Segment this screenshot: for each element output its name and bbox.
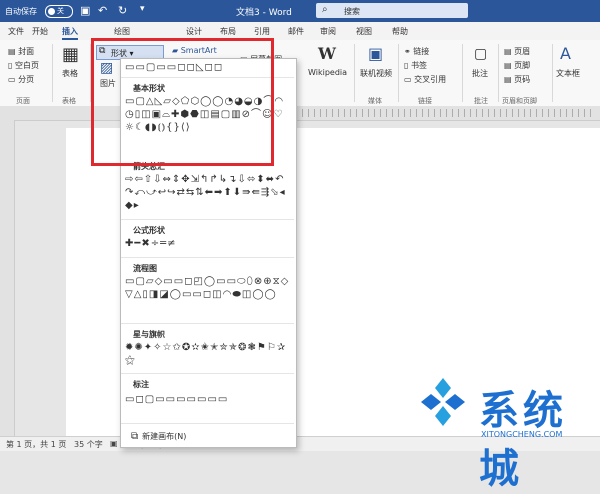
tab-3[interactable]: 绘图 xyxy=(114,26,130,37)
section-divider xyxy=(121,257,294,258)
autosave-label: 自动保存 xyxy=(5,7,37,16)
page-info[interactable]: 第 1 页，共 1 页 xyxy=(6,439,66,450)
redo-icon[interactable]: ↻ xyxy=(118,4,127,17)
new-canvas-button[interactable]: ⧉ 新建画布(N) xyxy=(131,431,186,442)
textbox-label[interactable]: 文本框 xyxy=(556,68,580,79)
header-footer-group-label: 页眉和页脚 xyxy=(502,97,537,105)
vertical-ruler xyxy=(0,120,15,436)
header-button[interactable]: ▤ 页眉 xyxy=(504,46,530,57)
arrows-grid[interactable]: ⇨⇦⇧⇩⇔⇕✥⇲↰↱↳↴⇩⬄⬍⬌↶↷⤺⤻↩↪⇄⇆⇅⬅➡⬆⬇⇛⇚⇶⬂◂◆▸ xyxy=(125,173,290,212)
undo-icon[interactable]: ↶ xyxy=(98,4,107,17)
bookmark-button[interactable]: ▯ 书签 xyxy=(404,60,427,71)
group-divider xyxy=(354,44,355,102)
blank-page-label: 空白页 xyxy=(14,61,39,70)
stars-banners-grid[interactable]: ✹✺✦✧☆✩✪✫✬✭✮✯❂❃⚑⚐✰⚝ xyxy=(125,341,290,367)
online-video-icon[interactable]: ▣ xyxy=(368,44,383,63)
section-title-stars: 星与旗帜 xyxy=(133,330,165,339)
customize-qat-icon[interactable]: ▾ xyxy=(140,4,145,14)
ribbon-tabs: 文件 开始 插入 绘图 设计 布局 引用 邮件 审阅 视图 帮助 xyxy=(0,22,600,40)
group-divider xyxy=(462,44,463,102)
section-divider xyxy=(121,219,294,220)
textbox-icon[interactable]: A xyxy=(560,44,571,63)
toggle-knob xyxy=(48,8,55,15)
page-number-label: 页码 xyxy=(514,75,531,84)
pages-group-label: 页面 xyxy=(16,97,30,105)
tab-10[interactable]: 帮助 xyxy=(392,26,408,37)
tab-8[interactable]: 审阅 xyxy=(320,26,336,37)
comment-icon[interactable]: ▢ xyxy=(474,46,487,62)
tab-6[interactable]: 引用 xyxy=(254,26,270,37)
section-divider xyxy=(121,373,294,374)
wikipedia-label[interactable]: Wikipedia xyxy=(308,68,347,77)
watermark: 系统城 XITONGCHENG.COM xyxy=(405,368,600,492)
blank-page-button[interactable]: ▯ 空白页 xyxy=(8,60,39,71)
header-label: 页眉 xyxy=(514,47,531,56)
section-title-callouts: 标注 xyxy=(133,380,149,389)
new-canvas-label: 新建画布(N) xyxy=(142,432,187,441)
callouts-grid[interactable]: ▭◻▢▭▭▭▭▭▭▭ xyxy=(125,393,290,406)
flowchart-grid[interactable]: ▭▢▱◇▭▭◻◰◯▭▭⬭⬯⊗⊕⧖◇▽△▯◨◪◯▭▭◻◫◠⬬◫◯◯ xyxy=(125,275,290,301)
link-label: 链接 xyxy=(413,47,430,56)
document-title: 文档3 - Word xyxy=(236,8,292,18)
horizontal-ruler xyxy=(0,106,600,121)
canvas-icon: ⧉ xyxy=(131,431,139,442)
tab-0[interactable]: 文件 xyxy=(8,26,24,37)
cover-page-label: 封面 xyxy=(18,47,35,56)
toggle-state: 关 xyxy=(57,7,64,15)
footer-label: 页脚 xyxy=(514,61,531,70)
online-video-label[interactable]: 联机视频 xyxy=(360,68,392,79)
highlight-box xyxy=(91,38,274,166)
save-icon[interactable]: ▣ xyxy=(80,4,90,17)
media-group-label: 媒体 xyxy=(368,97,382,105)
group-divider xyxy=(552,44,553,102)
group-divider xyxy=(52,44,53,102)
page-break-button[interactable]: ▭ 分页 xyxy=(8,74,34,85)
tab-7[interactable]: 邮件 xyxy=(288,26,304,37)
proofing-icon[interactable]: ▣ xyxy=(110,439,118,448)
comments-group-label: 批注 xyxy=(474,97,488,105)
section-divider xyxy=(121,423,294,424)
ribbon: ▤ 封面 ▯ 空白页 ▭ 分页 页面 ▦ 表格 表格 ▨ 图片 ▰ SmartA… xyxy=(0,40,600,107)
table-group-label: 表格 xyxy=(62,97,76,105)
ruler-ticks xyxy=(296,109,596,117)
wikipedia-icon[interactable]: W xyxy=(318,44,336,63)
links-group-label: 链接 xyxy=(418,97,432,105)
equation-shapes-grid[interactable]: ✚━✖÷═≠ xyxy=(125,237,290,250)
table-icon[interactable]: ▦ xyxy=(62,44,79,65)
footer-button[interactable]: ▤ 页脚 xyxy=(504,60,530,71)
search-icon: ⌕ xyxy=(322,4,328,15)
link-button[interactable]: ⚭ 链接 xyxy=(404,46,429,57)
cross-reference-label: 交叉引用 xyxy=(414,75,447,84)
section-title-equation: 公式形状 xyxy=(133,226,165,235)
page-number-button[interactable]: ▤ 页码 xyxy=(504,74,530,85)
tab-1[interactable]: 开始 xyxy=(32,26,48,37)
cover-page-button[interactable]: ▤ 封面 xyxy=(8,46,34,57)
comment-label[interactable]: 批注 xyxy=(472,68,488,79)
watermark-url: XITONGCHENG.COM xyxy=(481,430,563,439)
tab-5[interactable]: 布局 xyxy=(220,26,236,37)
bookmark-label: 书签 xyxy=(410,61,427,70)
word-count[interactable]: 35 个字 xyxy=(74,439,103,450)
group-divider xyxy=(498,44,499,102)
tab-4[interactable]: 设计 xyxy=(186,26,202,37)
section-divider xyxy=(121,323,294,324)
autosave-toggle[interactable]: 关 xyxy=(45,5,73,18)
search-box[interactable]: ⌕ 搜索 xyxy=(316,3,468,18)
group-divider xyxy=(398,44,399,102)
section-title-flowchart: 流程图 xyxy=(133,264,157,273)
search-placeholder: 搜索 xyxy=(344,7,360,16)
title-bar: 自动保存 关 ▣ ↶ ↻ ▾ 文档3 - Word ⌕ 搜索 xyxy=(0,0,600,22)
tab-2[interactable]: 插入 xyxy=(62,26,78,40)
cross-reference-button[interactable]: ▭ 交叉引用 xyxy=(404,74,446,85)
watermark-logo-icon xyxy=(421,378,465,426)
tab-9[interactable]: 视图 xyxy=(356,26,372,37)
table-button-label[interactable]: 表格 xyxy=(62,68,78,79)
page-break-label: 分页 xyxy=(18,75,35,84)
